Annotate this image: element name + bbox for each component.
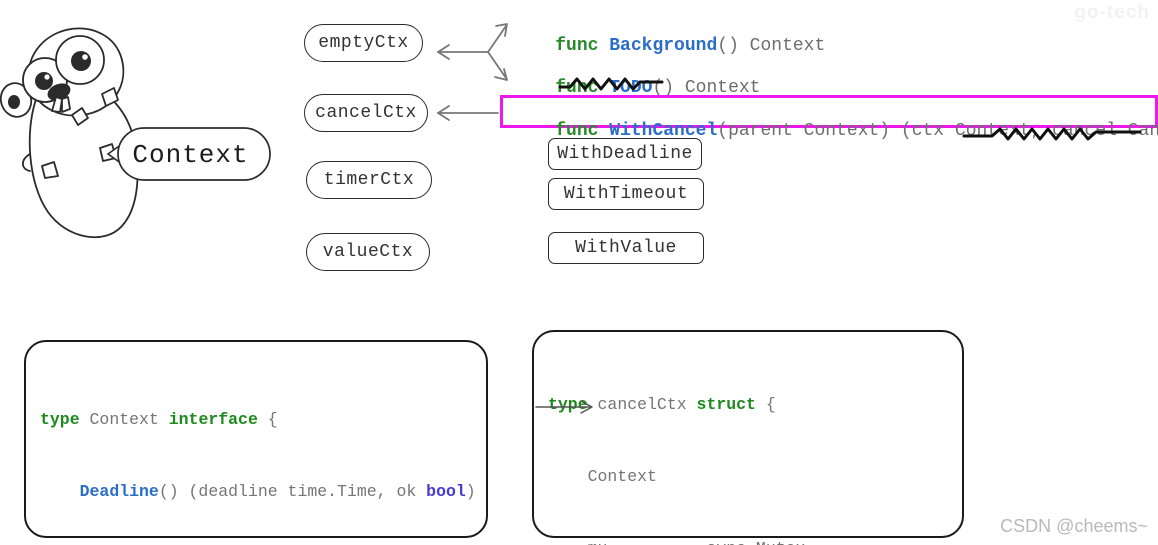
tok: interface bbox=[168, 410, 258, 429]
tok: { bbox=[257, 410, 278, 429]
code-block-cancelctx-struct: type cancelCtx struct { Context mu sync.… bbox=[532, 330, 964, 545]
arrow-cancelctx-withcancel bbox=[437, 105, 499, 121]
code-line: type Context interface { bbox=[40, 408, 476, 432]
tok: struct bbox=[696, 395, 756, 414]
context-bubble-label: Context bbox=[132, 140, 249, 170]
watermark-bottom-right: CSDN @cheems~ bbox=[1000, 516, 1148, 536]
constructor-withdeadline[interactable]: WithDeadline bbox=[548, 138, 702, 170]
code-line: mu sync.Mutex bbox=[548, 537, 914, 545]
ctx-type-valuectx-label: valueCtx bbox=[322, 242, 414, 262]
tok: cancelCtx bbox=[597, 395, 697, 414]
constructor-withvalue[interactable]: WithValue bbox=[548, 232, 704, 264]
code-context-interface-body: type Context interface { Deadline() (dea… bbox=[40, 360, 476, 545]
tok: bool bbox=[426, 482, 466, 501]
code-block-context-interface: type Context interface { Deadline() (dea… bbox=[24, 340, 488, 538]
ctx-type-valuectx[interactable]: valueCtx bbox=[306, 233, 430, 271]
constructor-withvalue-label: WithValue bbox=[575, 238, 677, 258]
constructor-withdeadline-label: WithDeadline bbox=[557, 144, 693, 164]
arrow-emptyctx-branch bbox=[437, 23, 508, 81]
ctx-type-timerctx[interactable]: timerCtx bbox=[306, 161, 432, 199]
signature-background-keyword: func bbox=[555, 36, 610, 56]
ctx-type-cancelctx[interactable]: cancelCtx bbox=[304, 94, 428, 132]
tok: Deadline bbox=[79, 482, 159, 501]
arrow-pointer-mu-field bbox=[535, 400, 593, 414]
signature-background-params: () Context bbox=[717, 36, 826, 56]
tok: Context bbox=[89, 410, 169, 429]
code-line: type cancelCtx struct { bbox=[548, 393, 914, 417]
tok: { bbox=[755, 395, 776, 414]
ctx-type-cancelctx-label: cancelCtx bbox=[315, 103, 417, 123]
code-line: Deadline() (deadline time.Time, ok bool) bbox=[40, 480, 476, 504]
tok: () (deadline time.Time, ok bbox=[158, 482, 427, 501]
tok: mu sync.Mutex bbox=[548, 539, 806, 545]
tok: ) bbox=[465, 482, 476, 501]
code-cancelctx-struct-body: type cancelCtx struct { Context mu sync.… bbox=[548, 345, 914, 545]
tok: Context bbox=[548, 467, 657, 486]
squiggle-underline-todo bbox=[558, 77, 664, 91]
constructor-withtimeout-label: WithTimeout bbox=[563, 184, 689, 204]
code-line: Context bbox=[548, 465, 914, 489]
signature-background-name: Background bbox=[609, 36, 718, 56]
diagram-canvas: Context emptyCtx cancelCtx timerCtx valu… bbox=[0, 0, 1158, 545]
ctx-type-emptyctx-label: emptyCtx bbox=[318, 33, 409, 53]
watermark-top-right: go-tech bbox=[1074, 2, 1150, 23]
ctx-type-emptyctx[interactable]: emptyCtx bbox=[304, 24, 423, 62]
constructor-withtimeout[interactable]: WithTimeout bbox=[548, 178, 704, 210]
tok bbox=[40, 482, 80, 501]
squiggle-underline-cancelfunc bbox=[962, 127, 1142, 141]
ctx-type-timerctx-label: timerCtx bbox=[323, 170, 415, 190]
tok: type bbox=[40, 410, 90, 429]
